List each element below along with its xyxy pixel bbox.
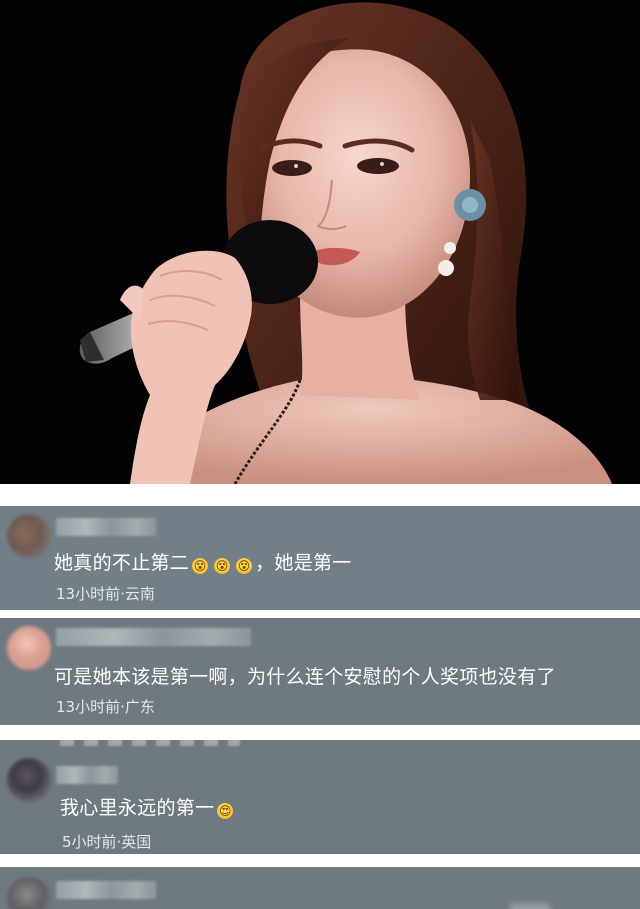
username-blurred — [56, 628, 251, 646]
avatar[interactable] — [7, 626, 51, 670]
username-blurred — [56, 766, 118, 784]
comment-item[interactable]: 可是她本该是第一啊，为什么连个安慰的个人奖项也没有了 13小时前·广东 — [0, 618, 640, 725]
dizzy-face-emoji-icon: 😵 — [214, 558, 231, 574]
comment-meta: 5小时前·英国 — [62, 833, 152, 851]
comment-item[interactable]: 我心里永远的第一 😍 5小时前·英国 — [0, 740, 640, 854]
comment-text-part: 我心里永远的第一 — [60, 797, 215, 819]
comment-text-part: ，她是第一 — [255, 552, 352, 574]
avatar[interactable] — [7, 514, 51, 558]
username-blurred — [56, 518, 156, 536]
avatar[interactable] — [7, 758, 51, 802]
cropped-text-fragment — [60, 740, 240, 746]
heart-eyes-emoji-icon: 😍 — [217, 803, 234, 819]
comment-text: 可是她本该是第一啊，为什么连个安慰的个人奖项也没有了 — [54, 666, 556, 688]
comment-text-part: 她真的不止第二 — [54, 552, 190, 574]
comment-text: 我心里永远的第一 😍 — [60, 793, 236, 820]
screenshot-page: 她真的不止第二 😵 😵 😵 ，她是第一 13小时前·云南 可是她本该是第一啊，为什么连个… — [0, 0, 640, 909]
comment-meta: 13小时前·广东 — [56, 698, 155, 716]
comment-item[interactable] — [0, 867, 640, 909]
comment-text: 她真的不止第二 😵 😵 😵 ，她是第一 — [54, 548, 352, 575]
dizzy-face-emoji-icon: 😵 — [236, 558, 253, 574]
avatar[interactable] — [7, 877, 51, 909]
cropped-watermark-fragment — [510, 903, 550, 909]
dizzy-face-emoji-icon: 😵 — [192, 558, 209, 574]
singer-with-microphone-photo-icon — [79, 2, 612, 484]
singer-photo — [0, 0, 640, 484]
username-blurred — [56, 881, 156, 899]
comment-item[interactable]: 她真的不止第二 😵 😵 😵 ，她是第一 13小时前·云南 — [0, 506, 640, 610]
comment-meta: 13小时前·云南 — [56, 585, 155, 603]
